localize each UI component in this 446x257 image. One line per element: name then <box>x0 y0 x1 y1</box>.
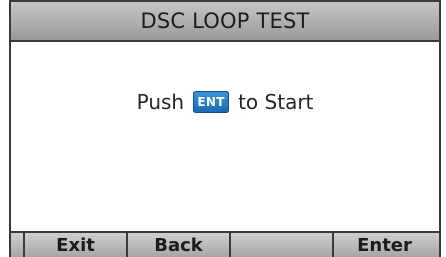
dsc-loop-test-screen: DSC LOOP TEST Push ENT to Start Exit Bac… <box>0 0 446 257</box>
softkey-bar: Exit Back Enter <box>9 231 441 257</box>
message-prefix: Push <box>136 90 185 114</box>
back-softkey[interactable]: Back <box>128 233 231 257</box>
instruction-message: Push ENT to Start <box>11 82 439 122</box>
exit-softkey[interactable]: Exit <box>25 233 128 257</box>
empty-softkey[interactable] <box>231 233 334 257</box>
message-suffix: to Start <box>238 90 314 114</box>
page-title: DSC LOOP TEST <box>140 9 310 33</box>
title-bar: DSC LOOP TEST <box>9 0 441 42</box>
ent-key-icon: ENT <box>193 91 230 113</box>
enter-softkey[interactable]: Enter <box>334 233 435 257</box>
softkey-scroll-left[interactable] <box>11 233 25 257</box>
